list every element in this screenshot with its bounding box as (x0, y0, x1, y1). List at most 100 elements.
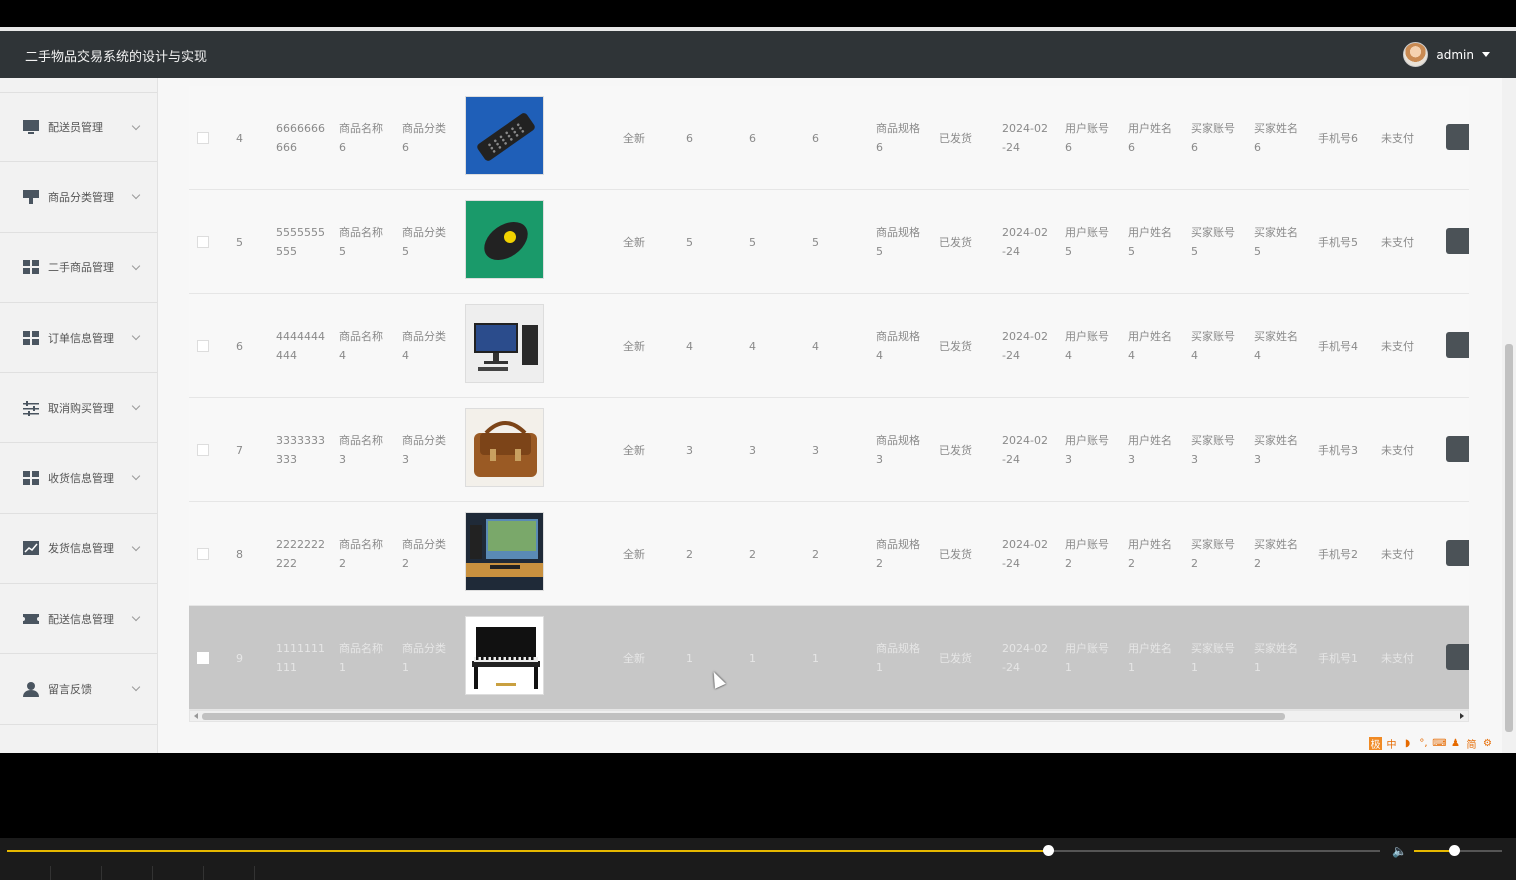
cell-line: 商品规格 (876, 122, 920, 135)
ime-icon[interactable]: °, (1417, 737, 1430, 750)
ime-toolbar: 极中 ◗ °, ⌨ ♟ 简 ⚙ (1369, 737, 1494, 751)
vertical-scrollbar[interactable] (1502, 78, 1516, 753)
row-index: 6 (236, 339, 243, 353)
date-cell: 2024-02 -24 (1002, 294, 1058, 398)
horizontal-scrollbar[interactable] (189, 710, 1469, 722)
action-button[interactable] (1446, 228, 1469, 254)
chevron-down-icon (131, 261, 141, 270)
player-tab[interactable] (51, 866, 102, 880)
table-row[interactable]: 8 2222222 222 商品名称 2 商品分类 2 全新 2 2 2 商品规格 2 已发货 2024-0… (189, 502, 1469, 606)
user-name: 用户姓名 5 (1128, 190, 1184, 294)
volume-icon[interactable]: 🔈 (1392, 844, 1408, 858)
row-index: 9 (236, 651, 243, 665)
scroll-right-icon[interactable] (1460, 713, 1464, 719)
cell-line: 2222222 (276, 538, 325, 551)
buyer-name: 买家姓名 1 (1254, 606, 1310, 710)
cell-line: 2024-02 (1002, 434, 1048, 447)
sidebar-item[interactable]: 收货信息管理 (0, 443, 157, 514)
payment-status: 未支付 (1381, 339, 1414, 353)
cell-line: 2024-02 (1002, 538, 1048, 551)
player-tab[interactable] (102, 866, 153, 880)
cell-line: 444 (276, 349, 297, 362)
sidebar-item[interactable]: 留言反馈 (0, 654, 157, 725)
ime-icon[interactable]: 极 (1369, 737, 1382, 751)
table-row[interactable]: 6 4444444 444 商品名称 4 商品分类 4 全新 4 4 4 商品规格 4 已发货 2024-0… (189, 294, 1469, 398)
date-cell: 2024-02 -24 (1002, 398, 1058, 502)
row-checkbox[interactable] (197, 652, 209, 664)
ime-icon[interactable]: ⚙ (1481, 737, 1494, 750)
table-row[interactable]: 4 6666666 666 商品名称 6 商品分类 6 全新 6 6 6 商品规格 6 已发货 2024-0… (189, 86, 1469, 190)
action-button[interactable] (1446, 436, 1469, 462)
product-name: 商品名称 4 (339, 294, 395, 398)
cell-line: 用户账号 (1065, 226, 1109, 239)
sidebar-item[interactable]: 配送员管理 (0, 92, 157, 163)
avatar (1403, 42, 1429, 67)
buyer-account: 买家账号 4 (1191, 294, 1247, 398)
table-row[interactable]: 7 3333333 333 商品名称 3 商品分类 3 全新 3 3 3 商品规格 3 已发货 2024-0… (189, 398, 1469, 502)
payment-status: 未支付 (1381, 443, 1414, 457)
action-button[interactable] (1446, 332, 1469, 358)
kiosk-icon (22, 189, 40, 205)
product-name: 商品名称 6 (339, 86, 395, 190)
action-button[interactable] (1446, 540, 1469, 566)
sidebar-item[interactable]: 二手商品管理 (0, 233, 157, 303)
seek-bar[interactable] (7, 845, 1380, 856)
row-checkbox[interactable] (197, 548, 209, 560)
product-image[interactable] (465, 408, 544, 487)
user-menu[interactable]: admin (1403, 42, 1490, 67)
cell-line: 3 (1191, 453, 1198, 466)
action-button[interactable] (1446, 644, 1469, 670)
cell-line: 商品名称 (339, 434, 383, 447)
scrollbar-thumb[interactable] (202, 713, 1285, 720)
count-cell: 1 (812, 651, 819, 665)
count-cell: 6 (686, 131, 693, 145)
volume-knob[interactable] (1448, 845, 1460, 856)
ime-icon[interactable]: ◗ (1401, 737, 1414, 750)
shipping-status: 已发货 (939, 651, 972, 665)
row-checkbox[interactable] (197, 340, 209, 352)
table-row[interactable]: 5 5555555 555 商品名称 5 商品分类 5 全新 5 5 5 商品规格 5 已发货 2024-0… (189, 190, 1469, 294)
product-image[interactable] (465, 304, 544, 383)
sidebar-item[interactable]: 商品分类管理 (0, 162, 157, 233)
ime-icon[interactable]: ♟ (1449, 737, 1462, 750)
ime-icon[interactable]: 简 (1465, 737, 1478, 751)
sidebar-item[interactable]: 订单信息管理 (0, 303, 157, 374)
player-tab[interactable] (0, 866, 51, 880)
player-tab[interactable] (204, 866, 255, 880)
cell-line: 2 (1065, 557, 1072, 570)
table-row[interactable]: 9 1111111 111 商品名称 1 商品分类 1 全新 1 1 1 商品规格 1 已发货 2024-0… (189, 606, 1469, 710)
order-number: 1111111 111 (276, 606, 334, 710)
row-checkbox[interactable] (197, 444, 209, 456)
seek-knob[interactable] (1042, 845, 1054, 856)
cell-line: 2024-02 (1002, 226, 1048, 239)
buyer-name: 买家姓名 5 (1254, 190, 1310, 294)
sidebar-item[interactable]: 发货信息管理 (0, 514, 157, 585)
user-name: 用户姓名 6 (1128, 86, 1184, 190)
scroll-left-icon[interactable] (194, 713, 198, 719)
product-image[interactable] (465, 616, 544, 695)
sidebar-item[interactable]: 取消购买管理 (0, 373, 157, 444)
player-tab[interactable] (153, 866, 204, 880)
sidebar-item[interactable]: 配送信息管理 (0, 584, 157, 655)
action-button[interactable] (1446, 124, 1469, 150)
cell-line: 6 (1254, 141, 1261, 154)
cell-line: 买家姓名 (1254, 330, 1298, 343)
ime-icon[interactable]: ⌨ (1432, 737, 1446, 750)
product-image[interactable] (465, 96, 544, 175)
row-checkbox[interactable] (197, 236, 209, 248)
cell-line: 5 (1254, 245, 1261, 258)
monitor-icon (22, 119, 40, 135)
count-cell: 2 (686, 547, 693, 561)
sidebar-item-label: 配送员管理 (48, 121, 103, 135)
product-image[interactable] (465, 512, 544, 591)
cell-line: 5 (1128, 245, 1135, 258)
row-checkbox[interactable] (197, 132, 209, 144)
seek-progress (7, 850, 1048, 852)
volume-slider[interactable] (1414, 845, 1502, 856)
phone-cell: 手机号5 (1318, 235, 1358, 249)
product-image[interactable] (465, 200, 544, 279)
ime-icon[interactable]: 中 (1385, 737, 1398, 751)
cell-line: 3 (876, 453, 883, 466)
cell-line: 2024-02 (1002, 330, 1048, 343)
vertical-scrollbar-thumb[interactable] (1505, 344, 1513, 732)
